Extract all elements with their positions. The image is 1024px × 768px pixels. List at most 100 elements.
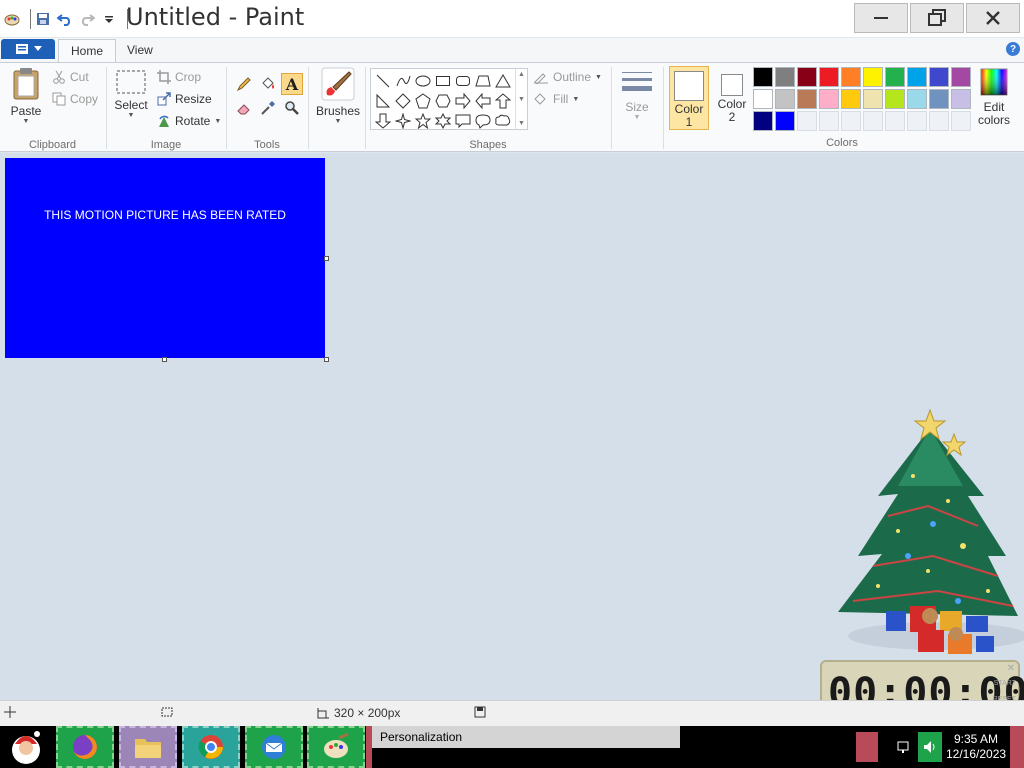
oval-callout-shape-icon[interactable] xyxy=(473,111,493,131)
shapes-scrollbar[interactable]: ▲ ▼ ▼ xyxy=(515,69,527,129)
gallery-expand-icon[interactable]: ▼ xyxy=(518,120,525,127)
palette-swatch[interactable] xyxy=(951,67,971,87)
triangle-shape-icon[interactable] xyxy=(493,71,513,91)
curve-shape-icon[interactable] xyxy=(393,71,413,91)
restore-button[interactable] xyxy=(910,3,964,33)
palette-swatch[interactable] xyxy=(841,111,861,131)
text-icon[interactable]: A xyxy=(281,73,303,95)
palette-swatch[interactable] xyxy=(841,67,861,87)
palette-swatch[interactable] xyxy=(863,111,883,131)
edit-colors-button[interactable]: Edit colors xyxy=(974,67,1014,127)
show-desktop-button[interactable] xyxy=(1010,726,1024,768)
scroll-up-icon[interactable]: ▲ xyxy=(518,71,525,78)
rotate-button[interactable]: Rotate ▼ xyxy=(157,114,221,128)
resize-handle-bottom[interactable] xyxy=(162,357,167,362)
resize-handle-corner[interactable] xyxy=(324,357,329,362)
resize-button[interactable]: Resize xyxy=(157,92,212,106)
pentagon-shape-icon[interactable] xyxy=(413,91,433,111)
line-shape-icon[interactable] xyxy=(373,71,393,91)
color2-button[interactable]: Color 2 xyxy=(712,66,752,130)
cut-button[interactable]: Cut xyxy=(52,70,89,84)
fill-button[interactable]: Fill ▼ xyxy=(533,92,579,106)
magnifier-icon[interactable] xyxy=(281,97,303,119)
rectangle-shape-icon[interactable] xyxy=(433,71,453,91)
taskbar-paint[interactable] xyxy=(307,726,365,768)
rectangular-callout-shape-icon[interactable] xyxy=(453,111,473,131)
palette-swatch[interactable] xyxy=(775,89,795,109)
customize-qat-icon[interactable] xyxy=(99,9,119,29)
palette-swatch[interactable] xyxy=(863,67,883,87)
hexagon-shape-icon[interactable] xyxy=(433,91,453,111)
palette-swatch[interactable] xyxy=(929,67,949,87)
palette-swatch[interactable] xyxy=(929,111,949,131)
copy-button[interactable]: Copy xyxy=(52,92,98,106)
palette-swatch[interactable] xyxy=(753,111,773,131)
start-button[interactable] xyxy=(0,726,52,768)
color-picker-icon[interactable] xyxy=(257,97,279,119)
palette-swatch[interactable] xyxy=(775,111,795,131)
paste-button[interactable]: Paste ▼ xyxy=(6,67,46,125)
palette-swatch[interactable] xyxy=(907,111,927,131)
palette-swatch[interactable] xyxy=(775,67,795,87)
palette-swatch[interactable] xyxy=(753,89,773,109)
network-icon[interactable] xyxy=(896,734,914,760)
up-arrow-shape-icon[interactable] xyxy=(493,91,513,111)
palette-swatch[interactable] xyxy=(797,111,817,131)
timer-start-button[interactable]: START xyxy=(994,680,1016,687)
palette-swatch[interactable] xyxy=(951,111,971,131)
system-clock[interactable]: 9:35 AM 12/16/2023 xyxy=(946,732,1006,762)
close-button[interactable] xyxy=(966,3,1020,33)
select-button[interactable]: Select ▼ xyxy=(113,69,149,119)
minimize-button[interactable] xyxy=(854,3,908,33)
gadget-close-icon[interactable]: ✕ xyxy=(1007,663,1015,674)
palette-swatch[interactable] xyxy=(797,89,817,109)
palette-swatch[interactable] xyxy=(929,89,949,109)
paint-app-icon[interactable] xyxy=(2,9,22,29)
palette-swatch[interactable] xyxy=(907,67,927,87)
right-arrow-shape-icon[interactable] xyxy=(453,91,473,111)
tab-home[interactable]: Home xyxy=(58,39,117,62)
paint-menu-button[interactable] xyxy=(1,39,55,59)
eraser-icon[interactable] xyxy=(233,97,255,119)
taskbar-firefox[interactable] xyxy=(56,726,114,768)
outline-button[interactable]: Outline ▼ xyxy=(533,70,602,84)
four-point-star-shape-icon[interactable] xyxy=(393,111,413,131)
palette-swatch[interactable] xyxy=(885,89,905,109)
volume-icon[interactable] xyxy=(918,732,942,762)
taskbar-mail[interactable] xyxy=(245,726,303,768)
pencil-icon[interactable] xyxy=(233,73,255,95)
palette-swatch[interactable] xyxy=(885,67,905,87)
fill-bucket-icon[interactable] xyxy=(257,73,279,95)
help-icon[interactable]: ? xyxy=(1006,42,1020,56)
six-point-star-shape-icon[interactable] xyxy=(433,111,453,131)
rounded-rectangle-shape-icon[interactable] xyxy=(453,71,473,91)
polygon-shape-icon[interactable] xyxy=(473,71,493,91)
cloud-callout-shape-icon[interactable] xyxy=(493,111,513,131)
color1-button[interactable]: Color 1 xyxy=(669,66,709,130)
brushes-button[interactable]: Brushes ▼ xyxy=(315,67,361,125)
redo-icon[interactable] xyxy=(77,9,97,29)
palette-swatch[interactable] xyxy=(841,89,861,109)
palette-swatch[interactable] xyxy=(819,111,839,131)
five-point-star-shape-icon[interactable] xyxy=(413,111,433,131)
drawing-canvas[interactable]: THIS MOTION PICTURE HAS BEEN RATED xyxy=(5,158,325,358)
tray-flag-icon[interactable] xyxy=(856,732,878,762)
palette-swatch[interactable] xyxy=(819,89,839,109)
crop-button[interactable]: Crop xyxy=(157,70,201,84)
taskbar-file-explorer[interactable] xyxy=(119,726,177,768)
save-icon[interactable] xyxy=(33,9,53,29)
taskbar-chrome[interactable] xyxy=(182,726,240,768)
oval-shape-icon[interactable] xyxy=(413,71,433,91)
undo-icon[interactable] xyxy=(55,9,75,29)
palette-swatch[interactable] xyxy=(863,89,883,109)
palette-swatch[interactable] xyxy=(819,67,839,87)
palette-swatch[interactable] xyxy=(753,67,773,87)
palette-swatch[interactable] xyxy=(907,89,927,109)
tab-view[interactable]: View xyxy=(115,39,165,62)
scroll-down-icon[interactable]: ▼ xyxy=(518,96,525,103)
palette-swatch[interactable] xyxy=(797,67,817,87)
diamond-shape-icon[interactable] xyxy=(393,91,413,111)
palette-swatch[interactable] xyxy=(885,111,905,131)
left-arrow-shape-icon[interactable] xyxy=(473,91,493,111)
palette-swatch[interactable] xyxy=(951,89,971,109)
